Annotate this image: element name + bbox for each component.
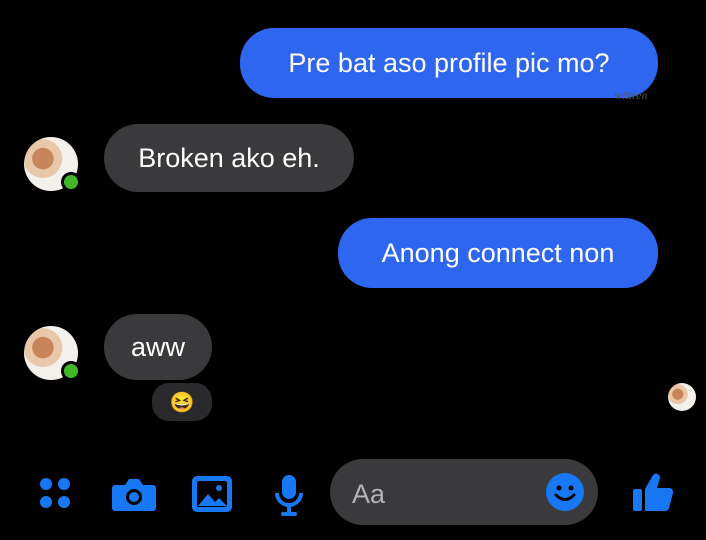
message-input-placeholder: Aa	[352, 479, 386, 509]
online-status-dot	[61, 172, 81, 192]
avatar[interactable]	[24, 326, 81, 381]
thumbs-up-icon[interactable]	[630, 470, 676, 516]
message-text: Pre bat aso profile pic mo?	[288, 47, 610, 78]
laughing-emoji-icon: 😆	[169, 391, 195, 414]
camera-icon[interactable]	[110, 474, 158, 514]
online-status-dot	[61, 361, 81, 381]
message-received[interactable]: aww	[104, 314, 212, 380]
microphone-icon[interactable]	[272, 472, 306, 518]
emoji-icon[interactable]	[546, 473, 584, 511]
message-text: Broken ako eh.	[138, 142, 320, 173]
message-text: Anong connect non	[381, 237, 615, 268]
gallery-icon[interactable]	[190, 474, 234, 514]
message-text: aww	[130, 331, 185, 362]
message-sent[interactable]: Pre bat aso profile pic mo?	[240, 28, 658, 98]
message-received[interactable]: Broken ako eh.	[104, 124, 354, 192]
watermark: wittren	[614, 88, 648, 102]
message-input[interactable]: Aa	[330, 459, 598, 525]
reaction-badge[interactable]: 😆	[150, 381, 214, 423]
message-sent[interactable]: Anong connect non	[338, 218, 658, 288]
menu-icon[interactable]	[36, 474, 74, 512]
read-receipt-avatar	[668, 383, 696, 411]
avatar[interactable]	[24, 137, 81, 192]
